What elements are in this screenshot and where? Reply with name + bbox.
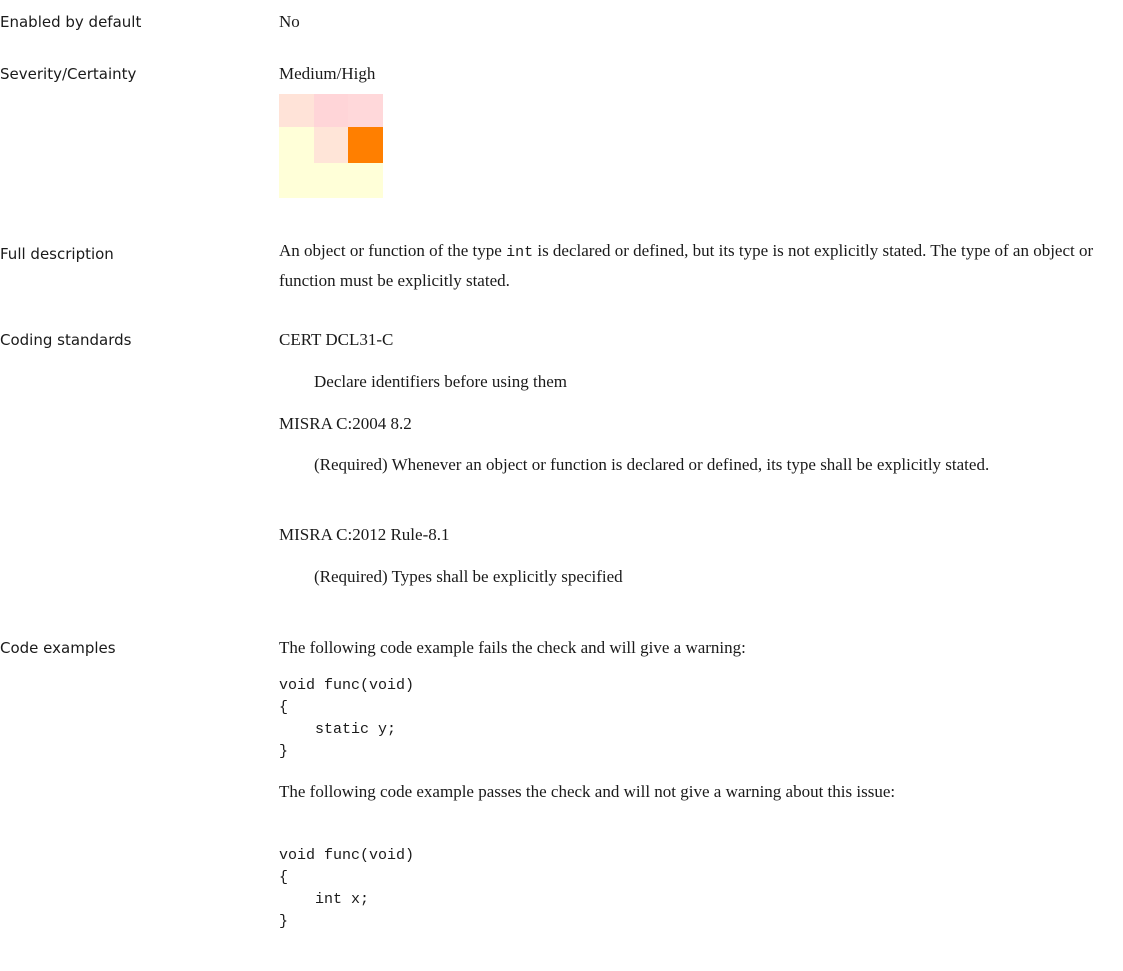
enabled-by-default-value: No: [279, 12, 300, 31]
matrix-cell: [348, 94, 383, 127]
description-inline-code: int: [506, 244, 534, 261]
matrix-cell: [313, 127, 349, 163]
severity-certainty-value: Medium/High: [279, 64, 376, 83]
severity-certainty-label: Severity/Certainty: [0, 65, 137, 83]
enabled-by-default-label: Enabled by default: [0, 13, 142, 31]
fail-code-block: void func(void) { static y; }: [279, 677, 415, 760]
standard-name: MISRA C:2012 Rule-8.1: [279, 525, 450, 544]
standard-name: CERT DCL31-C: [279, 330, 394, 349]
matrix-cell: [348, 127, 383, 163]
full-description-text: An object or function of the type int is…: [279, 237, 1119, 295]
coding-standards-label: Coding standards: [0, 331, 132, 349]
code-examples-label: Code examples: [0, 639, 116, 657]
matrix-cell: [348, 163, 383, 198]
pass-example-intro: The following code example passes the ch…: [279, 782, 896, 801]
description-text-before: An object or function of the type: [279, 241, 507, 260]
full-description-label: Full description: [0, 245, 114, 263]
matrix-cell: [313, 163, 349, 198]
fail-example-intro: The following code example fails the che…: [279, 638, 746, 657]
matrix-cell: [279, 127, 314, 163]
matrix-cell: [279, 94, 314, 127]
severity-certainty-matrix: [279, 94, 383, 198]
pass-code-block: void func(void) { int x; }: [279, 847, 415, 930]
standard-name: MISRA C:2004 8.2: [279, 414, 412, 433]
standard-description: (Required) Whenever an object or functio…: [314, 455, 990, 474]
matrix-cell: [313, 94, 349, 127]
standard-description: (Required) Types shall be explicitly spe…: [314, 567, 623, 586]
matrix-cell: [279, 163, 314, 198]
standard-description: Declare identifiers before using them: [314, 372, 568, 391]
